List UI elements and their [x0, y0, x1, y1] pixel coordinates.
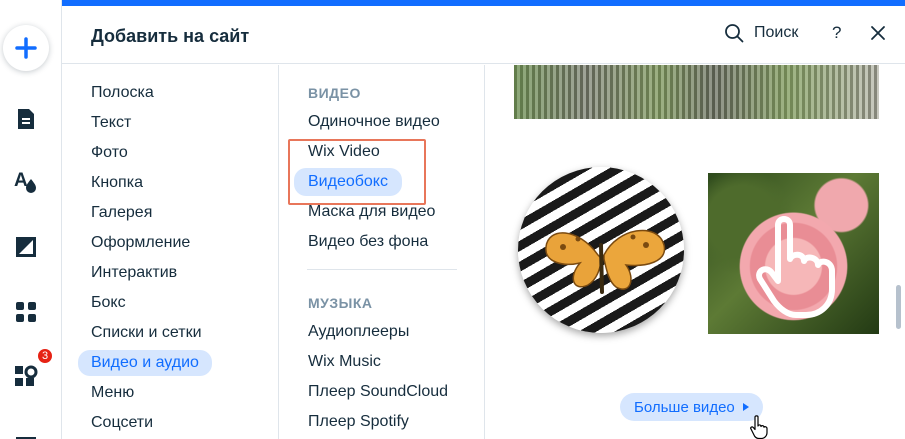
subcategory-item[interactable]: Аудиоплееры: [308, 321, 409, 343]
add-elements-button[interactable]: [3, 25, 49, 71]
left-toolbar: A 3: [0, 0, 62, 439]
subcategory-list: ВИДЕО Одиночное видео Wix Video Видеобок…: [279, 65, 485, 439]
category-item[interactable]: Оформление: [91, 232, 190, 254]
add-panel: A 3 Добавить на сайт Поиск ? Полоска Тек…: [0, 0, 905, 439]
close-button[interactable]: [870, 25, 886, 46]
apps-grid-icon: [16, 302, 36, 322]
category-item[interactable]: Полоска: [91, 82, 154, 104]
theme-icon: A: [14, 170, 36, 193]
category-item[interactable]: Списки и сетки: [91, 322, 202, 344]
preview-area: Больше видео: [486, 65, 879, 439]
category-item[interactable]: Соцсети: [91, 412, 153, 434]
hand-cursor-icon: [750, 415, 768, 439]
category-item[interactable]: Интерактив: [91, 262, 177, 284]
caret-right-icon: [742, 403, 749, 411]
plus-icon: [15, 37, 37, 59]
selection-highlight: [288, 139, 426, 205]
subcategory-item[interactable]: Плеер SoundCloud: [308, 381, 448, 403]
design-button[interactable]: A: [11, 166, 41, 196]
butterfly-image: [545, 229, 666, 294]
apps-button[interactable]: [11, 297, 41, 327]
puzzle-gear-icon: [15, 365, 38, 386]
media-button[interactable]: [11, 427, 41, 439]
scrollbar[interactable]: [893, 65, 905, 439]
category-item[interactable]: Текст: [91, 112, 131, 134]
media-icon: [16, 437, 36, 439]
close-icon: [871, 26, 885, 40]
category-item[interactable]: Галерея: [91, 202, 152, 224]
panel-title: Добавить на сайт: [91, 26, 250, 46]
search-icon: [725, 24, 744, 43]
page-icon: [18, 109, 34, 129]
help-button[interactable]: ?: [832, 23, 841, 43]
hand-pointer-icon: [756, 216, 835, 318]
video-thumbnail[interactable]: [514, 65, 879, 119]
category-item-active[interactable]: Видео и аудио: [78, 350, 212, 376]
section-divider: [307, 269, 457, 270]
category-item[interactable]: Меню: [91, 382, 134, 404]
subcategory-item[interactable]: Wix Music: [308, 351, 381, 373]
subcategory-item[interactable]: Плеер Spotify: [308, 411, 409, 433]
subcategory-item[interactable]: Видео без фона: [308, 231, 428, 253]
scrollbar-thumb[interactable]: [896, 285, 901, 329]
background-icon: [16, 237, 36, 257]
category-item[interactable]: Кнопка: [91, 172, 143, 194]
svg-text:A: A: [14, 170, 28, 191]
search-label: Поиск: [754, 24, 799, 41]
more-videos-button[interactable]: Больше видео: [620, 393, 763, 421]
panel-header: Добавить на сайт Поиск ?: [62, 6, 905, 64]
circle-video-thumbnail[interactable]: [518, 167, 684, 333]
section-title-video: ВИДЕО: [308, 85, 361, 101]
section-title-music: МУЗЫКА: [308, 295, 373, 311]
mask-video-thumbnail[interactable]: [708, 173, 879, 334]
category-item[interactable]: Фото: [91, 142, 128, 164]
category-item[interactable]: Бокс: [91, 292, 126, 314]
category-list: Полоска Текст Фото Кнопка Галерея Оформл…: [62, 65, 279, 439]
notification-badge: 3: [36, 347, 54, 365]
business-apps-button[interactable]: [11, 362, 41, 392]
subcategory-item[interactable]: Одиночное видео: [308, 111, 440, 133]
more-videos-label: Больше видео: [634, 398, 735, 416]
background-button[interactable]: [11, 232, 41, 262]
pages-button[interactable]: [11, 104, 41, 134]
search-button[interactable]: Поиск: [724, 23, 798, 43]
